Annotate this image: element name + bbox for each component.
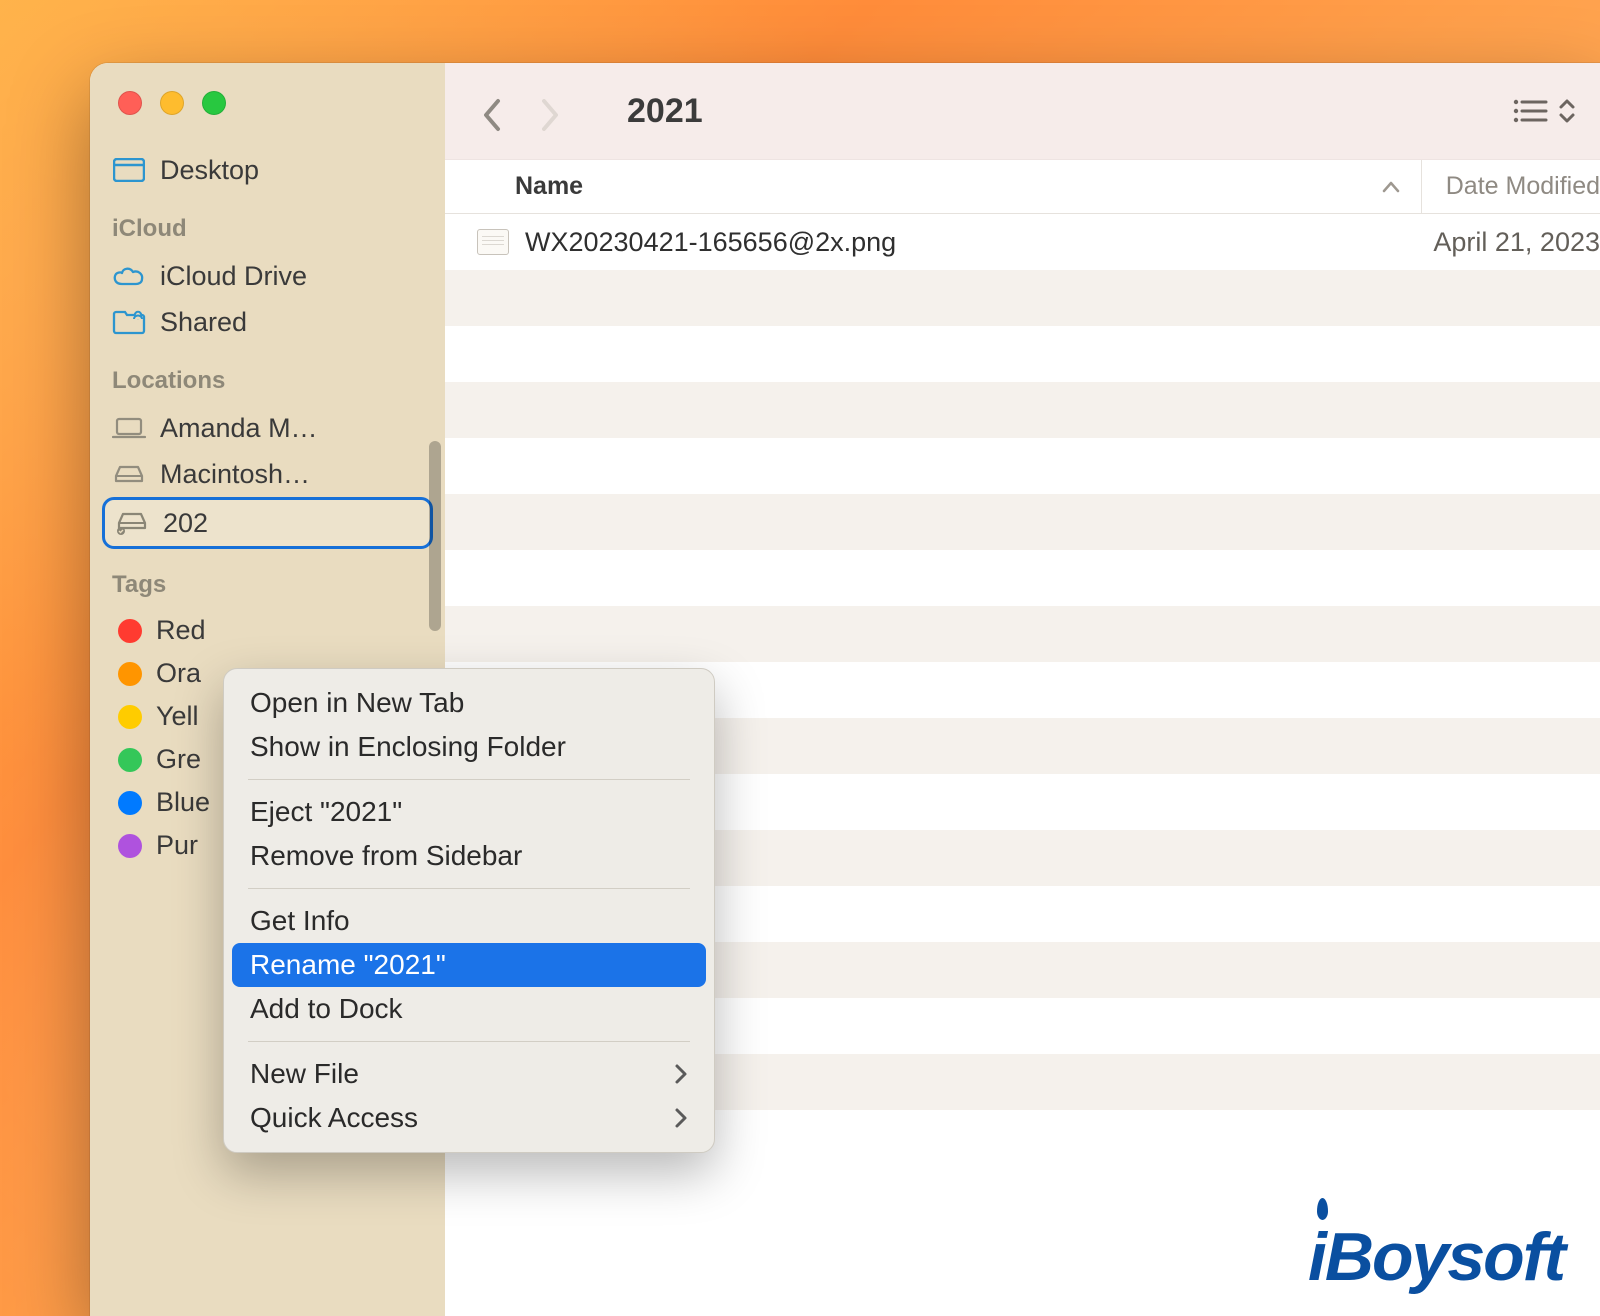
- file-row-empty: [445, 326, 1600, 382]
- file-row-empty: [445, 438, 1600, 494]
- menu-get-info[interactable]: Get Info: [224, 899, 714, 943]
- watermark-text: iBoysoft: [1308, 1218, 1564, 1296]
- chevron-right-icon: [674, 1107, 688, 1129]
- tag-dot-icon: [118, 705, 142, 729]
- sidebar-scrollbar[interactable]: [429, 441, 441, 631]
- menu-separator: [248, 779, 690, 780]
- sidebar-item-label: Pur: [156, 830, 198, 861]
- sidebar-item-label: Blue: [156, 787, 210, 818]
- sidebar-item-label: Macintosh…: [160, 459, 310, 490]
- sidebar-item-label: Ora: [156, 658, 201, 689]
- file-row[interactable]: WX20230421-165656@2x.png April 21, 2023: [445, 214, 1600, 270]
- back-button[interactable]: [481, 97, 509, 125]
- file-row-empty: [445, 382, 1600, 438]
- menu-rename[interactable]: Rename "2021": [232, 943, 706, 987]
- sidebar-item-desktop[interactable]: Desktop: [90, 147, 445, 193]
- watermark-logo: iBoysoft: [1308, 1218, 1564, 1296]
- sidebar-section-tags: Tags: [90, 549, 445, 609]
- sidebar-item-amanda[interactable]: Amanda M…: [90, 405, 445, 451]
- tag-dot-icon: [118, 662, 142, 686]
- sidebar-item-label: Amanda M…: [160, 413, 318, 444]
- updown-chevron-icon: [1558, 97, 1576, 125]
- laptop-icon: [112, 411, 146, 445]
- column-date-header[interactable]: Date Modified: [1421, 160, 1600, 213]
- file-row-empty: [445, 270, 1600, 326]
- sidebar-item-label: Shared: [160, 307, 247, 338]
- sidebar-item-label: Desktop: [160, 155, 259, 186]
- menu-remove-sidebar[interactable]: Remove from Sidebar: [224, 834, 714, 878]
- close-button[interactable]: [118, 91, 142, 115]
- tag-dot-icon: [118, 791, 142, 815]
- file-row-empty: [445, 606, 1600, 662]
- disk-icon: [112, 457, 146, 491]
- file-row-empty: [445, 494, 1600, 550]
- sidebar-item-macintosh[interactable]: Macintosh…: [90, 451, 445, 497]
- view-mode-button[interactable]: [1512, 97, 1576, 125]
- external-disk-icon: [115, 506, 149, 540]
- sidebar-section-locations: Locations: [90, 345, 445, 405]
- menu-show-enclosing[interactable]: Show in Enclosing Folder: [224, 725, 714, 769]
- menu-separator: [248, 888, 690, 889]
- sidebar-item-shared[interactable]: Shared: [90, 299, 445, 345]
- menu-open-new-tab[interactable]: Open in New Tab: [224, 681, 714, 725]
- sidebar-item-2021-disk[interactable]: 202: [102, 497, 433, 549]
- sidebar-item-label: Red: [156, 615, 206, 646]
- forward-button[interactable]: [539, 97, 567, 125]
- sidebar-item-label: 202: [163, 508, 208, 539]
- sidebar-item-label: Gre: [156, 744, 201, 775]
- column-name-header[interactable]: Name: [515, 172, 1381, 201]
- file-name: WX20230421-165656@2x.png: [525, 227, 1433, 258]
- menu-quick-access[interactable]: Quick Access: [224, 1096, 714, 1140]
- list-view-icon: [1512, 97, 1548, 125]
- sort-indicator-icon[interactable]: [1381, 180, 1421, 194]
- window-title: 2021: [627, 92, 703, 131]
- sidebar-item-label: Yell: [156, 701, 199, 732]
- column-headers: Name Date Modified: [445, 160, 1600, 214]
- menu-separator: [248, 1041, 690, 1042]
- toolbar: 2021: [445, 63, 1600, 160]
- menu-new-file[interactable]: New File: [224, 1052, 714, 1096]
- fullscreen-button[interactable]: [202, 91, 226, 115]
- tag-dot-icon: [118, 748, 142, 772]
- sidebar-tag-red[interactable]: Red: [90, 609, 445, 652]
- cloud-icon: [112, 259, 146, 293]
- minimize-button[interactable]: [160, 91, 184, 115]
- shared-folder-icon: [112, 305, 146, 339]
- sidebar-item-icloud-drive[interactable]: iCloud Drive: [90, 253, 445, 299]
- sidebar-item-label: iCloud Drive: [160, 261, 307, 292]
- tag-dot-icon: [118, 834, 142, 858]
- menu-add-dock[interactable]: Add to Dock: [224, 987, 714, 1031]
- menu-eject[interactable]: Eject "2021": [224, 790, 714, 834]
- image-file-icon: [477, 229, 509, 255]
- file-row-empty: [445, 550, 1600, 606]
- tag-dot-icon: [118, 619, 142, 643]
- file-date: April 21, 2023: [1433, 227, 1600, 258]
- desktop-icon: [112, 153, 146, 187]
- window-controls: [90, 63, 445, 147]
- sidebar-section-icloud: iCloud: [90, 193, 445, 253]
- context-menu: Open in New Tab Show in Enclosing Folder…: [223, 668, 715, 1153]
- chevron-right-icon: [674, 1063, 688, 1085]
